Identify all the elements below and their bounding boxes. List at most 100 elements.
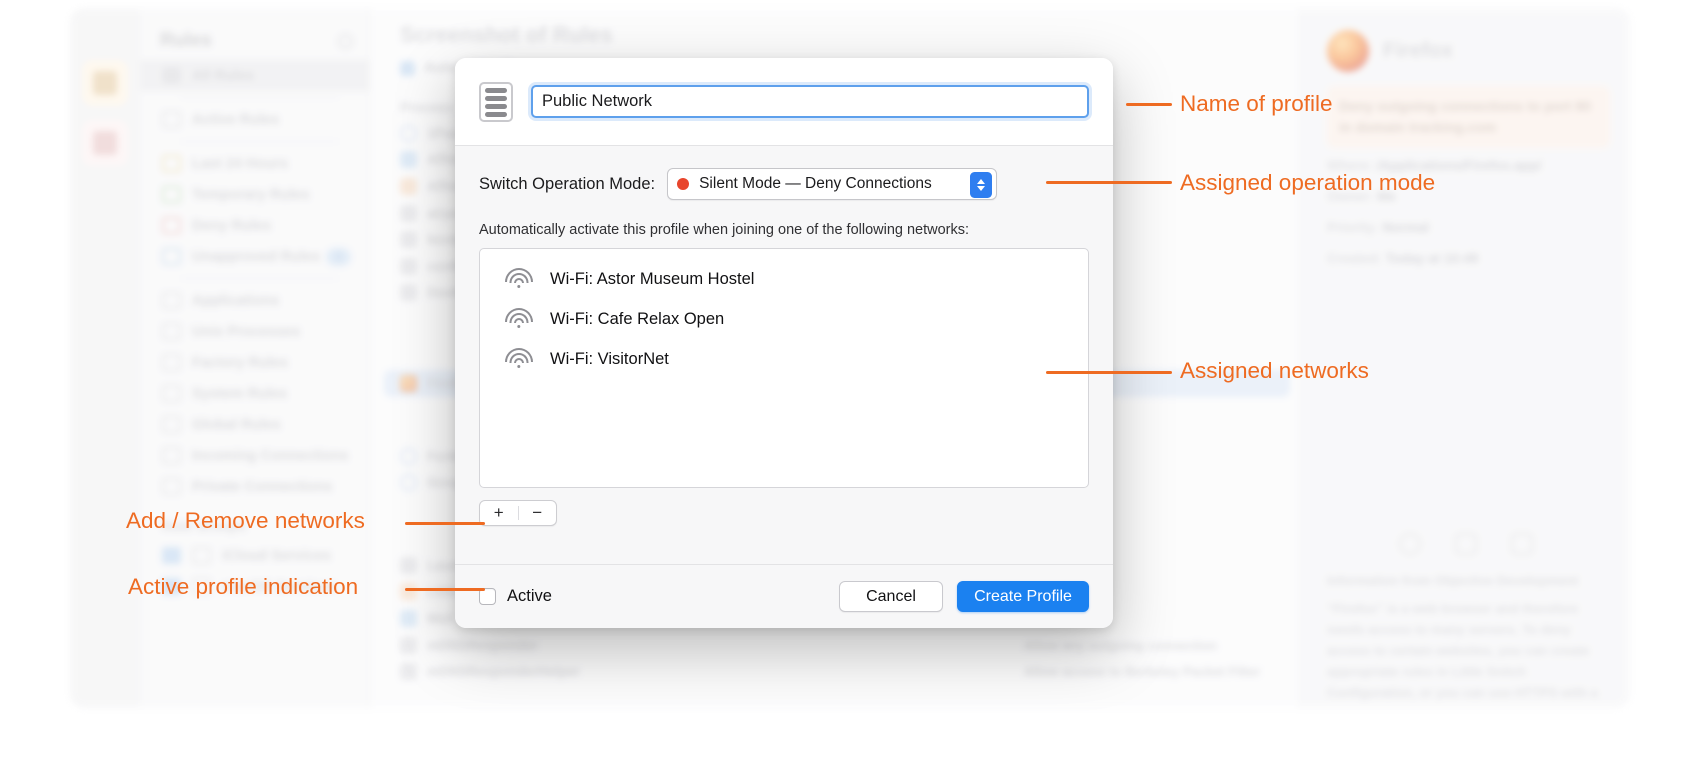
inspector-note: Deny outgoing connections to port 80 in … [1327, 86, 1610, 148]
network-label: Wi-Fi: Astor Museum Hostel [550, 270, 754, 289]
row-label: mDNSResponderHelper [427, 664, 580, 679]
sidebar-item-deny-rules: Deny Rules [140, 210, 369, 241]
background-tool-icon-1 [82, 60, 128, 106]
sidebar-item-label: System Rules [192, 386, 287, 402]
operation-mode-select[interactable]: Silent Mode — Deny Connections [667, 168, 997, 200]
app-blue-icon [400, 151, 417, 168]
meta-key: Created: [1327, 251, 1382, 266]
dialog-header [455, 58, 1113, 146]
sidebar-item-incoming-connections: Incoming Connections [140, 440, 369, 471]
inspector-tool-icons [1301, 533, 1630, 555]
inspector-footer-text: “Firefox” is a web browser and therefore… [1327, 598, 1612, 708]
annotation-active-profile-indication: Active profile indication [128, 574, 358, 600]
cancel-button[interactable]: Cancel [839, 581, 943, 612]
wifi-icon [504, 348, 534, 370]
divider [180, 141, 339, 142]
background-sidebar: Rules All Rules Active Rules Last 24 Hou… [140, 8, 370, 708]
terminal-icon [162, 323, 181, 340]
create-profile-dialog: Switch Operation Mode: Silent Mode — Den… [455, 58, 1113, 628]
column-header-process: Process [400, 100, 453, 115]
background-tool-icon-2 [82, 120, 128, 166]
meta-key: Priority: [1327, 220, 1379, 235]
deny-status-dot-icon [677, 178, 689, 190]
annotation-leader-line [1046, 371, 1172, 374]
chevron-updown-icon[interactable] [970, 172, 992, 198]
operation-mode-value: Silent Mode — Deny Connections [699, 175, 932, 193]
table-row: mDNSResponderHelperAllow access to Berke… [384, 658, 1290, 685]
sidebar-item-system-rules: System Rules [140, 378, 369, 409]
firefox-icon [400, 375, 417, 392]
divider [180, 97, 339, 98]
app-generic-icon [400, 663, 417, 680]
sidebar-item-unapproved-rules: Unapproved Rules 8 [140, 241, 369, 272]
sidebar-item-label: Deny Rules [192, 218, 271, 234]
app-generic-icon [400, 557, 417, 574]
dialog-footer: Active Cancel Create Profile [455, 564, 1113, 628]
clock-icon [162, 155, 181, 172]
inspector-title: Firefox [1383, 39, 1453, 63]
annotation-leader-line [1126, 103, 1172, 106]
app-generic-icon [400, 637, 417, 654]
sidebar-item-label: Unix Processes [192, 324, 300, 340]
app-circle-icon [400, 448, 417, 465]
sidebar-item-label: Global Rules [192, 417, 281, 433]
screenshot-root: Rules All Rules Active Rules Last 24 Hou… [0, 0, 1700, 760]
create-profile-button[interactable]: Create Profile [957, 581, 1089, 612]
firefox-icon [1327, 30, 1369, 72]
app-blue-icon [400, 610, 417, 627]
sidebar-item-all-rules: All Rules [140, 60, 369, 91]
wifi-icon [504, 308, 534, 330]
divider [180, 278, 339, 279]
annotation-leader-line [1046, 181, 1172, 184]
edit-icon [1511, 533, 1533, 555]
sidebar-item-private-connections: Private Connections [140, 471, 369, 502]
remove-network-button[interactable]: − [519, 501, 557, 525]
networks-list[interactable]: Wi-Fi: Astor Museum Hostel Wi-Fi: Cafe R… [479, 248, 1089, 488]
arrow-in-icon [162, 447, 181, 464]
active-checkbox-row[interactable]: Active [479, 587, 552, 606]
sidebar-group-label: iCloud Services [222, 548, 331, 564]
list-item[interactable]: Wi-Fi: Cafe Relax Open [480, 299, 1088, 339]
sidebar-item-label: Private Connections [192, 479, 332, 495]
network-label: Wi-Fi: VisitorNet [550, 350, 669, 369]
wifi-icon [504, 268, 534, 290]
app-generic-icon [400, 258, 417, 275]
window-icon [162, 292, 181, 309]
list-item[interactable]: Wi-Fi: VisitorNet [480, 339, 1088, 379]
sidebar-item-active-rules: Active Rules [140, 104, 369, 135]
add-network-button[interactable]: + [480, 501, 518, 525]
row-label: Mail [427, 611, 453, 626]
sidebar-item-temporary-rules: Temporary Rules [140, 179, 369, 210]
sidebar-group-icloud-services: iCloud Services [140, 540, 369, 571]
app-circle-icon [400, 474, 417, 491]
sidebar-title: Rules [160, 30, 212, 52]
annotation-assigned-operation-mode: Assigned operation mode [1180, 170, 1435, 196]
profile-name-input[interactable] [531, 85, 1089, 118]
gear-icon [338, 34, 353, 49]
sidebar-item-applications: Applications [140, 285, 369, 316]
sidebar-item-label: Incoming Connections [192, 448, 348, 464]
sidebar-item-factory-rules: Factory Rules [140, 347, 369, 378]
row-label: mDNSResponder [427, 638, 538, 653]
sidebar-item-label: Temporary Rules [192, 187, 309, 203]
inspector-header: Firefox [1327, 30, 1453, 72]
sidebar-item-label: Factory Rules [192, 355, 288, 371]
dot-square-icon [162, 248, 181, 265]
hourglass-icon [162, 186, 181, 203]
check-square-icon [162, 111, 181, 128]
inspector-note-text: Deny outgoing connections to port 80 in … [1339, 96, 1598, 138]
sidebar-item-last-24-hours: Last 24 Hours [140, 148, 369, 179]
main-title: Screenshot of Rules [400, 22, 613, 48]
networks-hint: Automatically activate this profile when… [479, 222, 1089, 238]
panel-icon [1455, 533, 1477, 555]
gear-icon [162, 385, 181, 402]
add-remove-segmented-control[interactable]: + − [479, 500, 557, 526]
list-item[interactable]: Wi-Fi: Astor Museum Hostel [480, 259, 1088, 299]
sidebar-item-label: Active Rules [192, 112, 279, 128]
inspector-footer-title: Information from Objective Development [1327, 573, 1612, 588]
annotation-leader-line [405, 522, 485, 525]
sidebar-item-label: All Rules [192, 68, 254, 84]
checkbox-icon [400, 61, 415, 76]
sidebar-item-label: Applications [192, 293, 279, 309]
meta-value: Normal [1383, 220, 1430, 235]
